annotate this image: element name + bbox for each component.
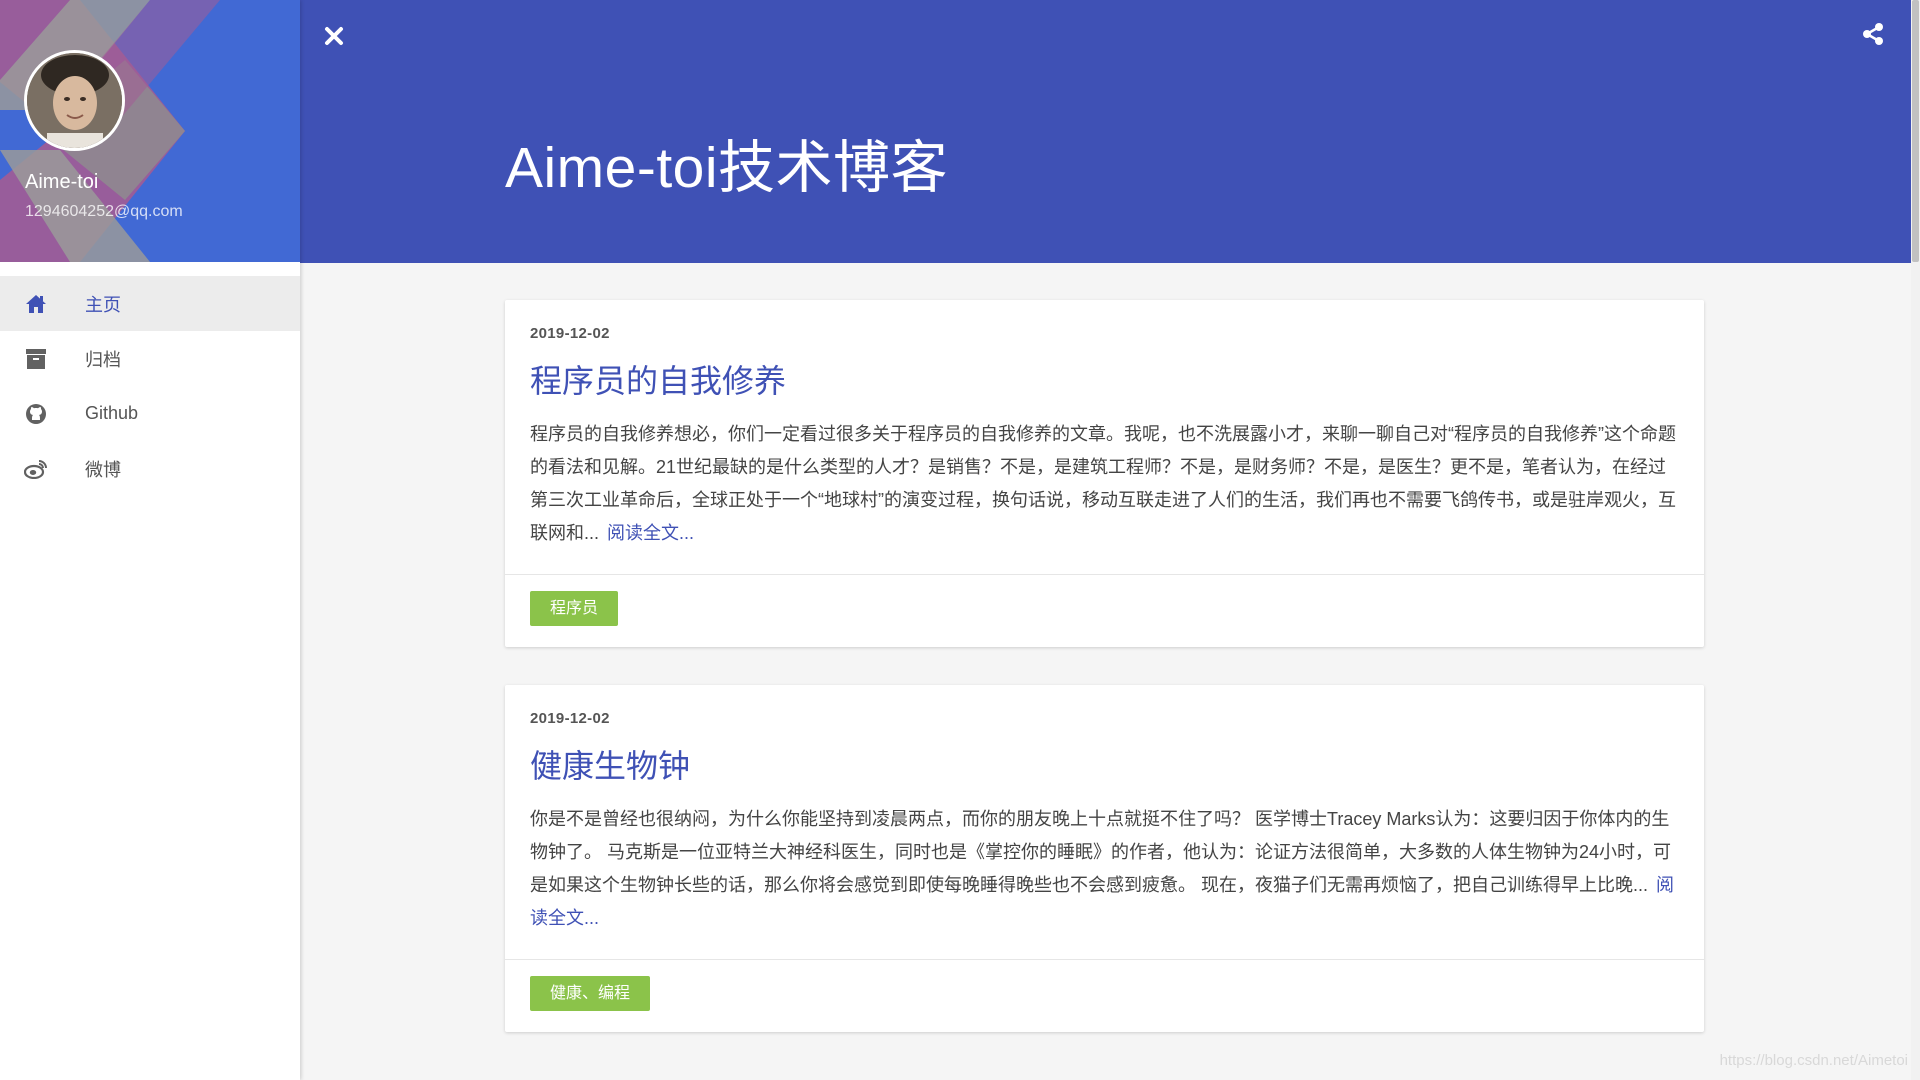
scrollbar[interactable]	[1911, 0, 1920, 1080]
weibo-icon	[24, 457, 48, 481]
post-date: 2019-12-02	[530, 325, 610, 342]
sidebar-item-label: 主页	[85, 294, 121, 315]
sidebar-item-home[interactable]: 主页	[0, 276, 300, 331]
close-button[interactable]	[322, 24, 346, 48]
profile-header: Aime-toi 1294604252@qq.com	[0, 0, 300, 262]
avatar[interactable]	[24, 50, 125, 151]
post-title[interactable]: 健康生物钟	[530, 741, 690, 787]
post-excerpt: 你是不是曾经也很纳闷，为什么你能坚持到凌晨两点，而你的朋友晚上十点就挺不住了吗？…	[530, 803, 1679, 935]
sidebar-item-archive[interactable]: 归档	[0, 331, 300, 386]
page-title: Aime-toi技术博客	[505, 136, 949, 200]
post-footer: 健康、编程	[505, 959, 1704, 1032]
post-excerpt: 程序员的自我修养想必，你们一定看过很多关于程序员的自我修养的文章。我呢，也不洗展…	[530, 418, 1679, 550]
post-tag[interactable]: 健康、编程	[530, 976, 651, 1011]
sidebar: Aime-toi 1294604252@qq.com 主页 归档 Github	[0, 0, 300, 1080]
avatar-image	[27, 53, 122, 148]
post-body: 2019-12-02 健康生物钟 你是不是曾经也很纳闷，为什么你能坚持到凌晨两点…	[505, 685, 1704, 959]
archive-icon	[24, 347, 48, 371]
post-excerpt-text: 你是不是曾经也很纳闷，为什么你能坚持到凌晨两点，而你的朋友晚上十点就挺不住了吗？…	[530, 809, 1672, 895]
close-icon	[325, 27, 343, 45]
post-list: 2019-12-02 程序员的自我修养 程序员的自我修养想必，你们一定看过很多关…	[505, 300, 1704, 1070]
post-tag[interactable]: 程序员	[530, 591, 619, 626]
scrollbar-thumb[interactable]	[1912, 0, 1919, 262]
post-card: 2019-12-02 健康生物钟 你是不是曾经也很纳闷，为什么你能坚持到凌晨两点…	[505, 685, 1704, 1032]
post-body: 2019-12-02 程序员的自我修养 程序员的自我修养想必，你们一定看过很多关…	[505, 300, 1704, 574]
post-date: 2019-12-02	[530, 710, 610, 727]
post-title[interactable]: 程序员的自我修养	[530, 356, 786, 402]
home-icon	[24, 292, 48, 316]
read-more-link[interactable]: 阅读全文...	[607, 523, 694, 543]
sidebar-nav: 主页 归档 Github 微博	[0, 276, 300, 496]
profile-name: Aime-toi	[25, 171, 99, 193]
sidebar-item-label: 归档	[85, 349, 121, 370]
share-icon	[1863, 23, 1883, 45]
post-footer: 程序员	[505, 574, 1704, 647]
github-icon	[24, 402, 48, 426]
sidebar-item-github[interactable]: Github	[0, 386, 300, 441]
sidebar-item-label: 微博	[85, 459, 121, 480]
profile-email: 1294604252@qq.com	[25, 203, 183, 220]
sidebar-item-label: Github	[85, 403, 139, 423]
sidebar-item-weibo[interactable]: 微博	[0, 441, 300, 496]
header: Aime-toi技术博客	[300, 0, 1911, 263]
post-excerpt-text: 程序员的自我修养想必，你们一定看过很多关于程序员的自我修养的文章。我呢，也不洗展…	[530, 424, 1676, 543]
share-button[interactable]	[1861, 22, 1887, 48]
post-card: 2019-12-02 程序员的自我修养 程序员的自我修养想必，你们一定看过很多关…	[505, 300, 1704, 647]
watermark: https://blog.csdn.net/Aimetoi	[1719, 1052, 1908, 1069]
